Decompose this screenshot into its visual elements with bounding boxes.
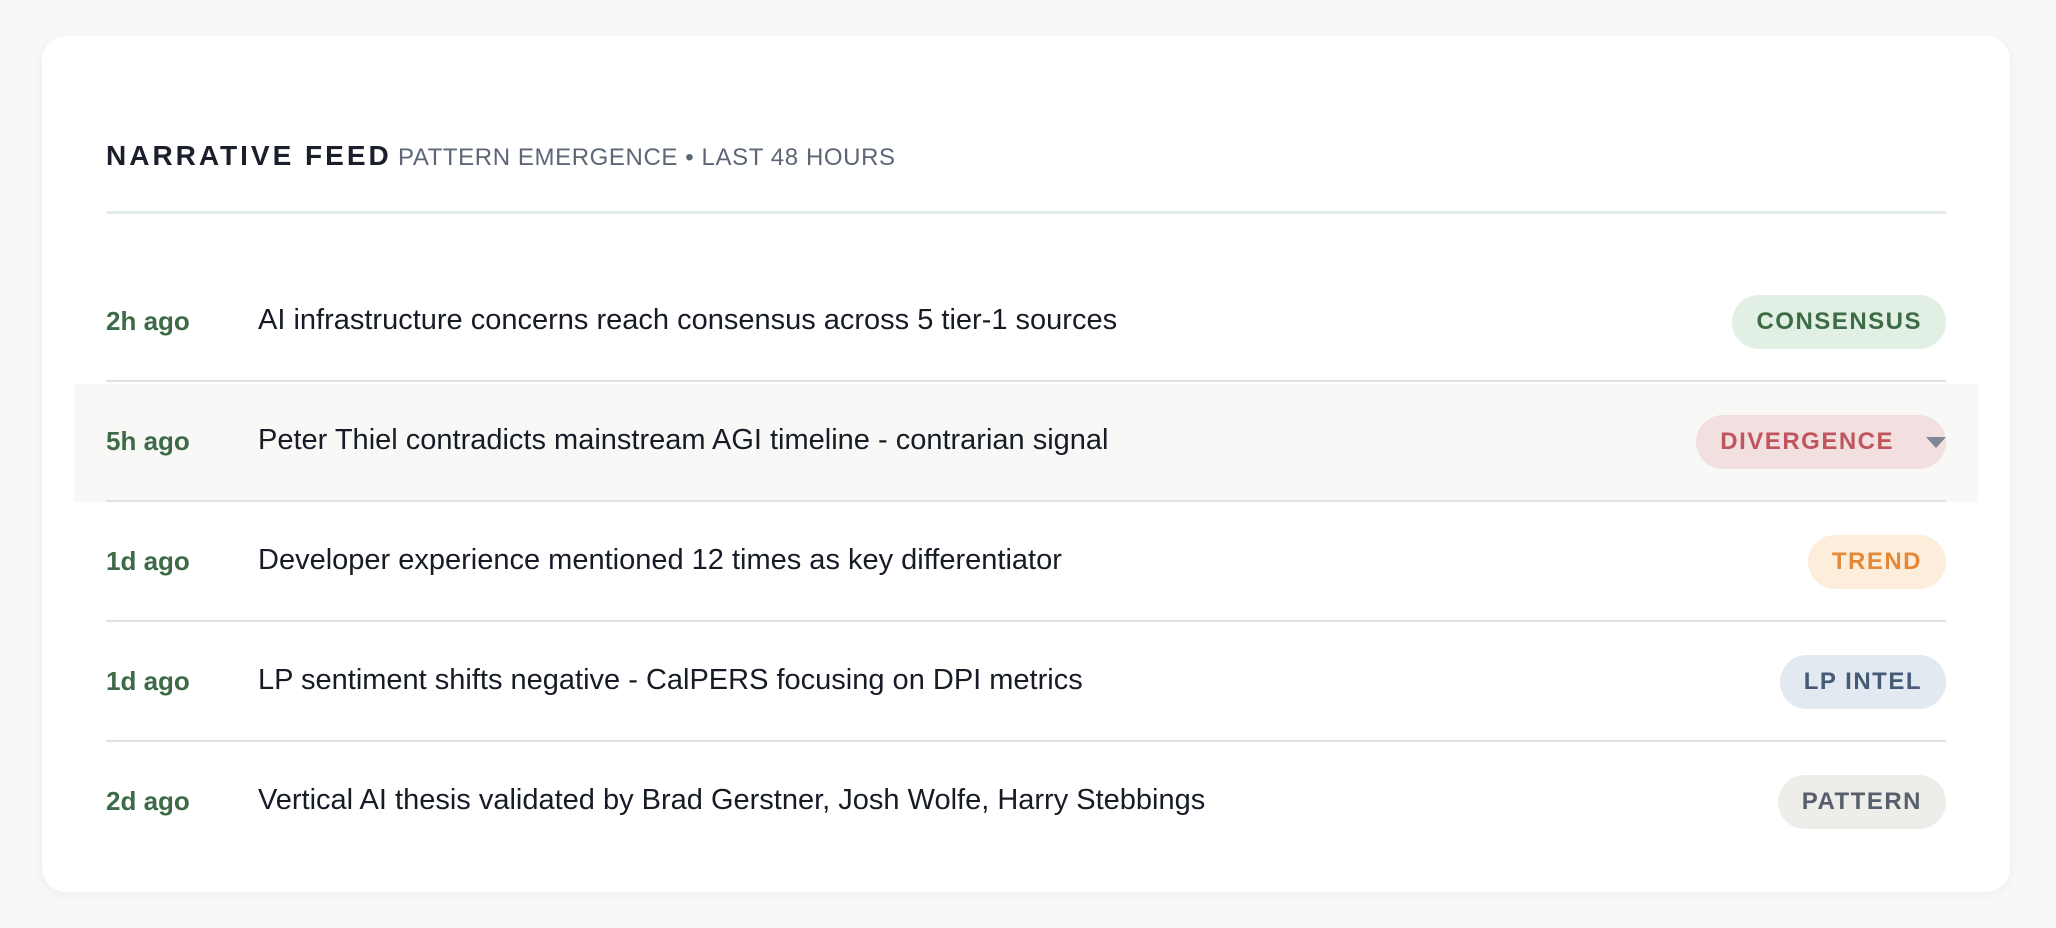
feed-item-time: 5h ago xyxy=(106,426,190,456)
feed-item[interactable]: 5h ago Peter Thiel contradicts mainstrea… xyxy=(42,382,2010,502)
feed-item-text: Peter Thiel contradicts mainstream AGI t… xyxy=(258,424,1109,456)
feed-item-time: 1d ago xyxy=(106,546,190,576)
feed-title: NARRATIVE FEED xyxy=(106,140,392,171)
tag-lp-intel[interactable]: LP INTEL xyxy=(1779,655,1946,709)
feed-item-text: Vertical AI thesis validated by Brad Ger… xyxy=(258,784,1206,816)
tag-consensus[interactable]: CONSENSUS xyxy=(1732,295,1946,349)
tag-label: DIVERGENCE xyxy=(1720,428,1894,455)
feed-item[interactable]: 2d ago Vertical AI thesis validated by B… xyxy=(42,742,2010,862)
caret-down-icon[interactable] xyxy=(1926,437,1946,448)
feed-list: 2h ago AI infrastructure concerns reach … xyxy=(42,262,2010,862)
feed-item[interactable]: 2h ago AI infrastructure concerns reach … xyxy=(42,262,2010,382)
feed-subtitle: PATTERN EMERGENCE • LAST 48 HOURS xyxy=(398,144,896,171)
tag-divergence[interactable]: DIVERGENCE xyxy=(1696,415,1946,469)
feed-item-text: AI infrastructure concerns reach consens… xyxy=(258,304,1118,336)
feed-item-text: LP sentiment shifts negative - CalPERS f… xyxy=(258,664,1083,696)
feed-item-time: 2d ago xyxy=(106,786,190,816)
tag-pattern[interactable]: PATTERN xyxy=(1777,775,1946,829)
feed-item-time: 1d ago xyxy=(106,666,190,696)
narrative-feed-card: NARRATIVE FEED PATTERN EMERGENCE • LAST … xyxy=(42,36,2010,892)
tag-trend[interactable]: TREND xyxy=(1807,535,1946,589)
feed-item[interactable]: 1d ago Developer experience mentioned 12… xyxy=(42,502,2010,622)
feed-item-time: 2h ago xyxy=(106,306,190,336)
feed-item-text: Developer experience mentioned 12 times … xyxy=(258,544,1062,576)
feed-header: NARRATIVE FEED PATTERN EMERGENCE • LAST … xyxy=(106,104,1946,214)
feed-item[interactable]: 1d ago LP sentiment shifts negative - Ca… xyxy=(42,622,2010,742)
